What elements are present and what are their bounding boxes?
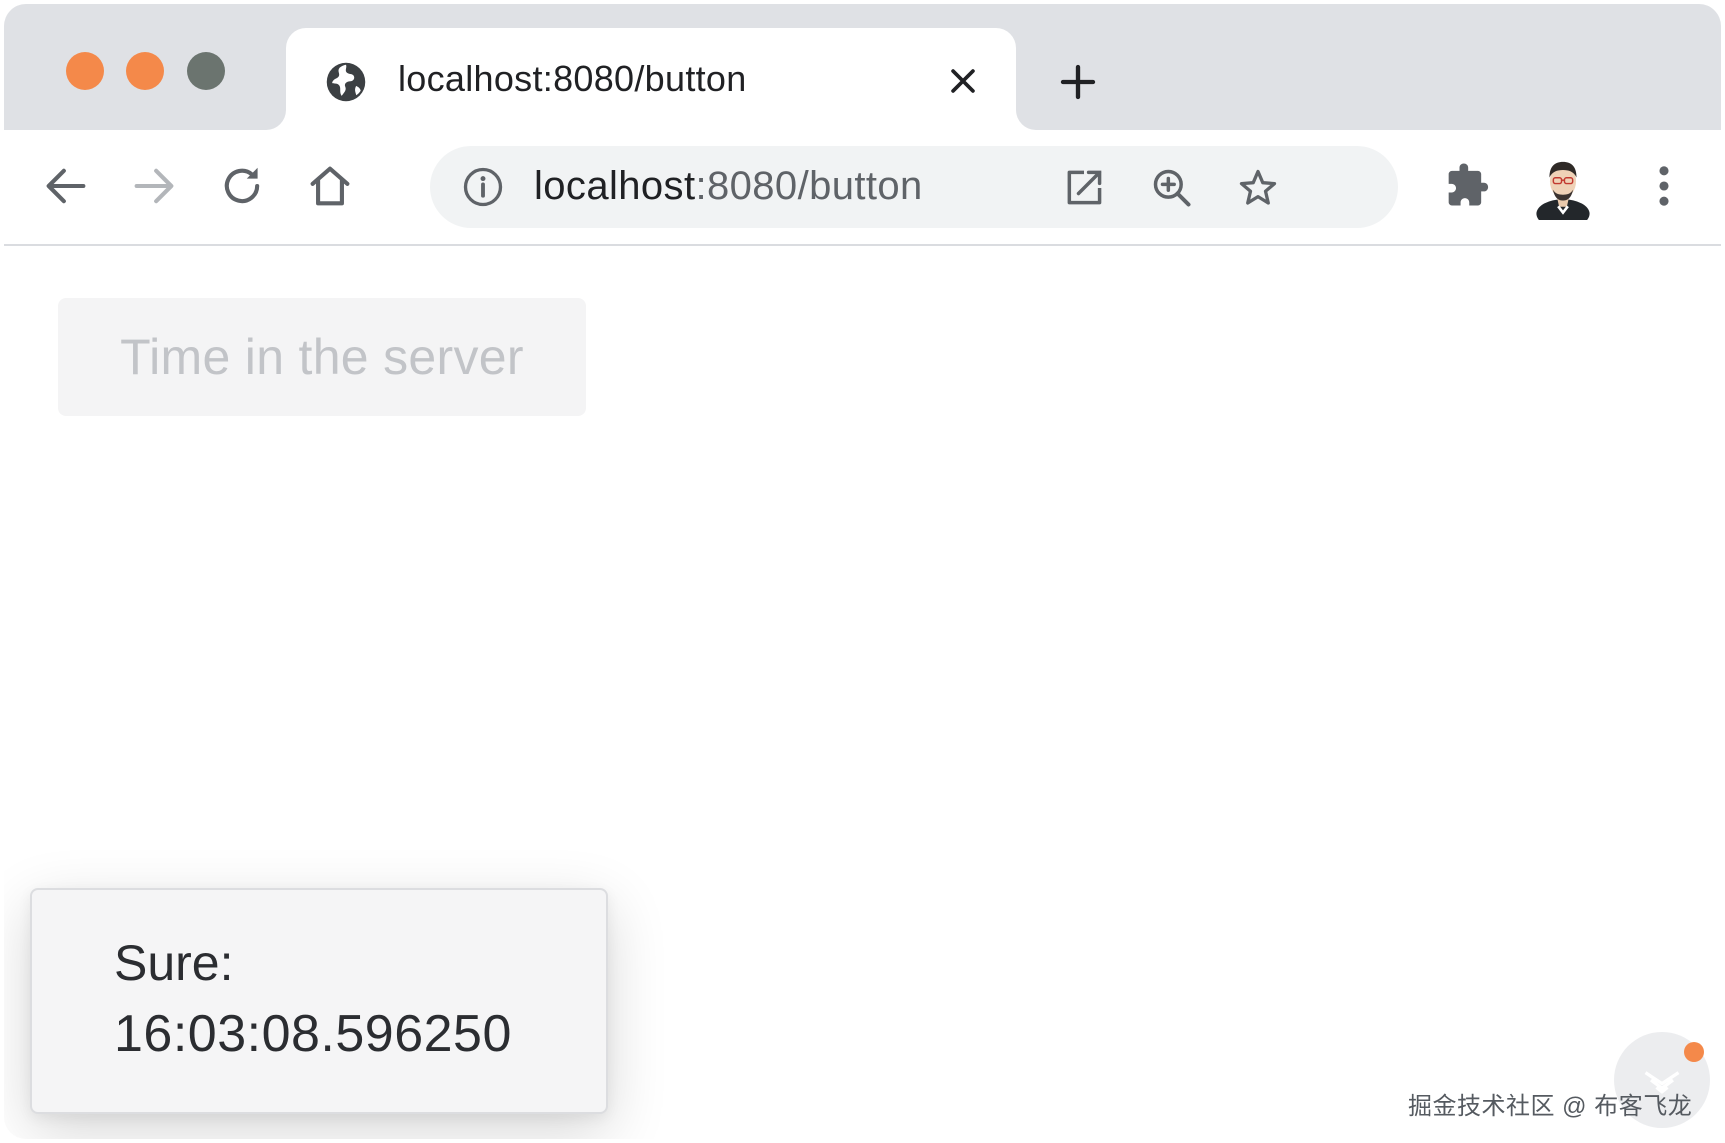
toast-time-value: 16:03:08.596250 <box>114 1005 512 1063</box>
window-maximize-button[interactable] <box>187 52 225 90</box>
url-text[interactable]: localhost:8080/button <box>534 164 923 209</box>
window-minimize-button[interactable] <box>126 52 164 90</box>
zoom-in-icon[interactable] <box>1150 166 1194 210</box>
avatar[interactable] <box>1534 152 1592 220</box>
globe-icon <box>326 62 366 102</box>
tab-title: localhost:8080/button <box>398 58 747 99</box>
browser-toolbar: localhost:8080/button <box>4 130 1721 246</box>
open-external-icon[interactable] <box>1062 166 1106 210</box>
back-arrow-icon[interactable] <box>40 160 92 212</box>
window-close-button[interactable] <box>66 52 104 90</box>
watermark-accent-dot <box>1684 1042 1704 1062</box>
info-icon[interactable] <box>462 166 504 208</box>
browser-window: localhost:8080/button localhost:8080/but… <box>4 4 1721 1139</box>
home-icon[interactable] <box>304 160 356 212</box>
watermark-text: 掘金技术社区 @ 布客飞龙 <box>1408 1093 1693 1120</box>
kebab-menu-icon[interactable] <box>1638 160 1690 212</box>
address-bar[interactable]: localhost:8080/button <box>430 146 1398 228</box>
tab-localhost-button[interactable]: localhost:8080/button <box>286 28 1016 130</box>
forward-arrow-icon[interactable] <box>128 160 180 212</box>
close-icon[interactable] <box>946 64 980 98</box>
star-icon[interactable] <box>1236 166 1280 210</box>
puzzle-piece-icon[interactable] <box>1440 160 1492 212</box>
page-content: Time in the server Sure: 16:03:08.596250 <box>4 246 1721 1139</box>
time-in-server-button[interactable]: Time in the server <box>58 298 586 416</box>
toast-label: Sure: <box>114 935 234 991</box>
plus-icon[interactable] <box>1058 62 1098 102</box>
tab-strip: localhost:8080/button <box>4 4 1721 130</box>
toast-notification: Sure: 16:03:08.596250 <box>30 888 608 1114</box>
url-host: localhost <box>534 164 696 208</box>
reload-icon[interactable] <box>216 160 268 212</box>
url-path: :8080/button <box>695 164 923 208</box>
